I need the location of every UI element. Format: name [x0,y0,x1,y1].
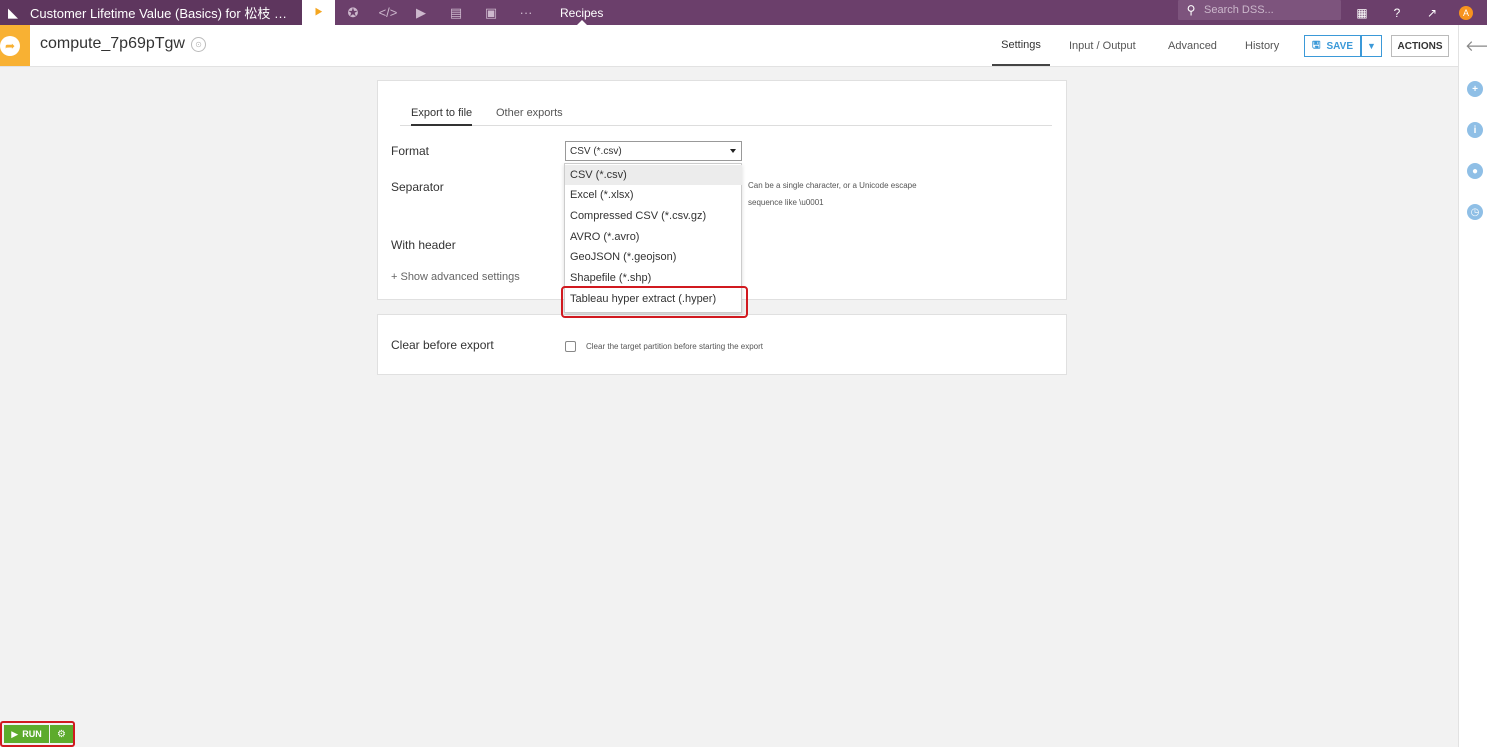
activity-icon[interactable]: ↗ [1421,0,1443,25]
run-settings-gear-icon[interactable]: ⚙ [50,725,73,743]
separator-hint-line2: sequence like \u0001 [748,198,824,207]
save-icon: 🖫 [1311,39,1321,51]
format-label: Format [391,144,430,158]
recipe-name[interactable]: compute_7p69pTgw [40,35,185,53]
format-select-value: CSV (*.csv) [570,145,622,157]
apps-grid-icon[interactable]: ▦ [1351,0,1373,25]
top-nav: ◣ Customer Lifetime Value (Basics) for 松… [0,0,1487,25]
clear-before-export-panel: Clear before export Clear the target par… [377,314,1067,375]
search-icon: ⚲ [1186,3,1196,17]
format-option-avro[interactable]: AVRO (*.avro) [565,227,742,247]
export-subtabs: Export to file Other exports [400,100,1052,126]
clear-before-export-label: Clear before export [391,338,494,352]
notebook-icon[interactable]: ▣ [478,0,504,25]
code-icon[interactable]: </> [375,0,401,25]
save-button[interactable]: 🖫 SAVE [1304,35,1361,57]
info-icon[interactable]: i [1467,122,1483,138]
separator-hint-line1: Can be a single character, or a Unicode … [748,181,917,190]
run-button[interactable]: ▶ RUN [4,725,49,743]
format-option-compressed-csv[interactable]: Compressed CSV (*.csv.gz) [565,206,742,226]
help-icon[interactable]: ? [1386,0,1408,25]
format-option-csv[interactable]: CSV (*.csv) [565,165,742,185]
add-icon[interactable]: + [1467,81,1483,97]
tab-advanced[interactable]: Advanced [1168,25,1217,66]
tag-icon[interactable]: ⊙ [191,37,206,52]
dashboard-icon[interactable]: ▤ [443,0,469,25]
avatar[interactable]: A [1455,0,1477,25]
clear-before-export-hint: Clear the target partition before starti… [586,342,763,351]
recipes-nav[interactable]: Recipes [546,0,617,25]
with-header-label: With header [391,238,456,252]
collapse-arrow-icon[interactable]: 🡐 [1465,36,1487,55]
right-sidebar: 🡐 + i ● ◷ [1458,25,1487,747]
recipe-header: ➦ compute_7p69pTgw ⊙ Settings Input / Ou… [0,25,1458,67]
tab-input-output[interactable]: Input / Output [1069,25,1136,66]
tab-history[interactable]: History [1245,25,1279,66]
format-option-excel[interactable]: Excel (*.xlsx) [565,185,742,205]
more-icon[interactable]: ··· [513,0,539,25]
run-label: RUN [22,729,42,739]
chevron-down-icon [730,149,736,153]
tab-other-exports[interactable]: Other exports [496,107,563,119]
show-advanced-settings-link[interactable]: + Show advanced settings [391,271,520,283]
project-title[interactable]: Customer Lifetime Value (Basics) for 松枝 … [30,3,287,22]
tab-settings[interactable]: Settings [992,25,1050,66]
format-option-geojson[interactable]: GeoJSON (*.geojson) [565,247,742,267]
bird-logo-icon[interactable]: ◣ [4,0,22,25]
avatar-initial: A [1459,5,1473,20]
highlight-box [561,286,748,318]
play-icon: ▶ [11,728,19,739]
run-highlight-box: ▶ RUN ⚙ [0,721,75,747]
run-icon[interactable]: ▶ [408,0,434,25]
discussion-icon[interactable]: ● [1467,163,1483,179]
format-select[interactable]: CSV (*.csv) [565,141,742,161]
search-box[interactable]: ⚲ [1178,0,1341,20]
chevron-down-icon: ▼ [1367,41,1376,51]
separator-label: Separator [391,180,444,194]
flow-icon[interactable]: ⯈ [302,0,335,25]
search-input[interactable] [1204,4,1324,16]
lab-icon[interactable]: ✪ [340,0,366,25]
history-clock-icon[interactable]: ◷ [1467,204,1483,220]
recipe-type-icon: ➦ [0,25,30,66]
save-label: SAVE [1326,40,1354,52]
clear-before-export-checkbox[interactable] [565,341,576,352]
recipes-label: Recipes [560,5,604,20]
save-dropdown-button[interactable]: ▼ [1361,35,1382,57]
export-arrow-icon: ➦ [0,35,20,56]
actions-button[interactable]: ACTIONS [1391,35,1449,57]
tab-export-to-file[interactable]: Export to file [411,107,473,126]
project-title-area[interactable]: ◣ Customer Lifetime Value (Basics) for 松… [0,0,302,25]
format-option-shapefile[interactable]: Shapefile (*.shp) [565,268,742,288]
